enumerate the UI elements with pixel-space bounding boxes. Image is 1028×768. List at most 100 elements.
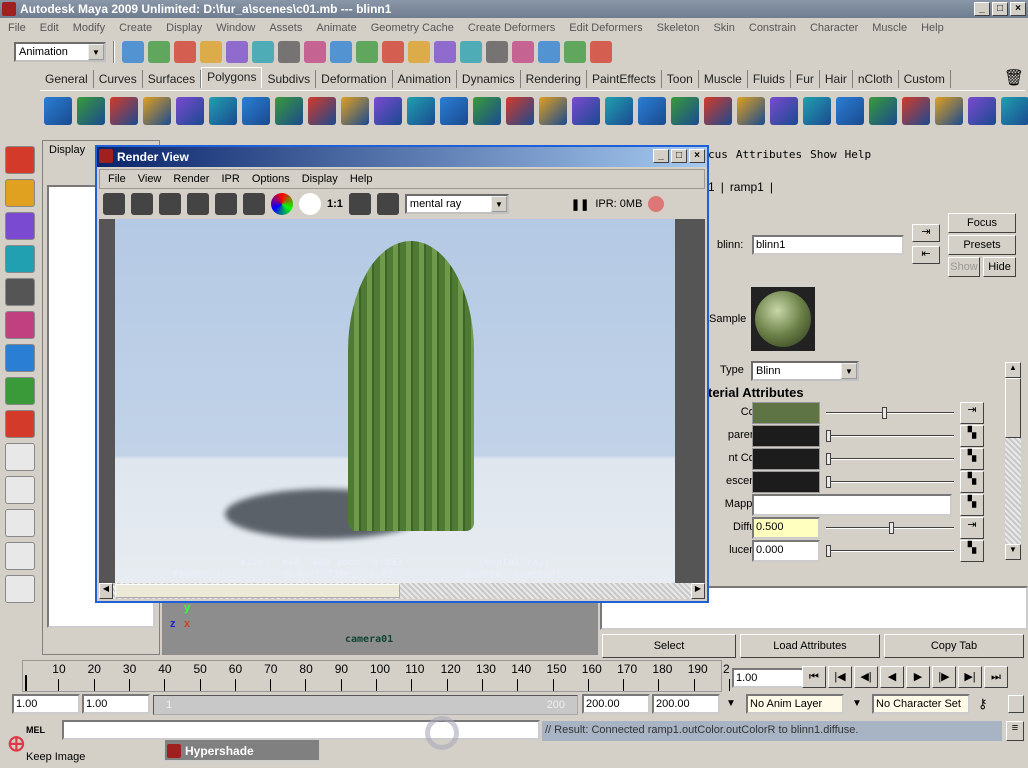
- slider-handle[interactable]: [826, 453, 831, 465]
- menu-character[interactable]: Character: [810, 22, 858, 34]
- mirror-icon[interactable]: [539, 96, 567, 125]
- refresh-ipr-icon[interactable]: [215, 193, 237, 215]
- step-back-key-button[interactable]: ◀|: [854, 666, 878, 688]
- render-sequence-icon[interactable]: [460, 41, 482, 63]
- scroll-down-icon[interactable]: ▼: [1005, 544, 1021, 560]
- paint-select-tool-icon[interactable]: [5, 212, 35, 240]
- rgb-channels-icon[interactable]: [271, 193, 293, 215]
- bevel-icon[interactable]: [836, 96, 864, 125]
- menu-edit[interactable]: Edit: [40, 22, 59, 34]
- bridge-icon[interactable]: [605, 96, 633, 125]
- render-view-menu-render[interactable]: Render: [173, 173, 209, 185]
- attribute-scrollbar[interactable]: ▲ ▼: [1005, 362, 1021, 560]
- focus-button[interactable]: Focus: [948, 213, 1016, 233]
- boolean-union-icon[interactable]: [440, 96, 468, 125]
- output-connections-icon[interactable]: ⇤: [912, 246, 940, 264]
- slider-handle[interactable]: [888, 522, 894, 534]
- checker-map-icon[interactable]: ▚: [960, 471, 984, 493]
- menu-modify[interactable]: Modify: [73, 22, 105, 34]
- close-button[interactable]: ×: [1010, 2, 1026, 16]
- extrude-icon[interactable]: [572, 96, 600, 125]
- start-time-field[interactable]: 1.00: [12, 694, 80, 714]
- viewport[interactable]: y z x camera01: [162, 600, 598, 655]
- redo-render-icon[interactable]: [103, 193, 125, 215]
- render-region-icon[interactable]: [131, 193, 153, 215]
- color-swatch[interactable]: [752, 448, 820, 470]
- shelf-tab-dynamics[interactable]: Dynamics: [457, 70, 521, 88]
- combine-icon[interactable]: [308, 96, 336, 125]
- attribute-slider[interactable]: [826, 476, 954, 488]
- shelf-tab-muscle[interactable]: Muscle: [699, 70, 748, 88]
- menu-set-dropdown[interactable]: Animation ▼: [14, 42, 106, 62]
- attribute-slider[interactable]: [826, 522, 954, 534]
- scroll-thumb[interactable]: [115, 584, 400, 598]
- attribute-slider[interactable]: [826, 453, 954, 465]
- anim-layer-field[interactable]: No Anim Layer: [746, 694, 844, 714]
- rotate-tool-icon[interactable]: [5, 278, 35, 306]
- playback-end-field[interactable]: 200.00: [582, 694, 650, 714]
- renderer-dropdown[interactable]: mental ray ▼: [404, 194, 509, 214]
- scroll-up-icon[interactable]: ▲: [1005, 362, 1021, 378]
- step-forward-key-button[interactable]: |▶: [932, 666, 956, 688]
- scroll-left-icon[interactable]: ◀: [99, 583, 113, 599]
- snap-plane-icon[interactable]: [356, 41, 378, 63]
- minimize-button[interactable]: _: [974, 2, 990, 16]
- copy-tab-button[interactable]: Copy Tab: [884, 634, 1024, 658]
- play-backwards-button[interactable]: ◀: [880, 666, 904, 688]
- show-manipulator-icon[interactable]: [5, 410, 35, 438]
- hypershade-icon[interactable]: [538, 41, 560, 63]
- menu-display[interactable]: Display: [166, 22, 202, 34]
- soft-mod-tool-icon[interactable]: [5, 377, 35, 405]
- shelf-tab-toon[interactable]: Toon: [662, 70, 699, 88]
- tab-ramp1[interactable]: ramp1: [730, 180, 764, 194]
- character-set-field[interactable]: No Character Set: [872, 694, 970, 714]
- render-view-menu-display[interactable]: Display: [302, 173, 338, 185]
- attribute-slider[interactable]: [826, 430, 954, 442]
- render-view-title-bar[interactable]: Render View _ □ ×: [97, 147, 707, 167]
- offset-edge-loop-icon[interactable]: [737, 96, 765, 125]
- mel-label[interactable]: MEL: [26, 725, 45, 735]
- ae-menu-help[interactable]: Help: [845, 148, 872, 161]
- step-back-frame-button[interactable]: |◀: [828, 666, 852, 688]
- uv-editor-icon[interactable]: [1001, 96, 1028, 125]
- command-input[interactable]: [62, 720, 540, 740]
- poly-pyramid-icon[interactable]: [242, 96, 270, 125]
- load-attributes-button[interactable]: Load Attributes: [740, 634, 880, 658]
- menu-file[interactable]: File: [8, 22, 26, 34]
- slider-handle[interactable]: [826, 476, 831, 488]
- attribute-slider[interactable]: [826, 545, 954, 557]
- select-hierarchy-icon[interactable]: [200, 41, 222, 63]
- poly-pipe-icon[interactable]: [275, 96, 303, 125]
- menu-animate[interactable]: Animate: [316, 22, 356, 34]
- poly-cube-icon[interactable]: [77, 96, 105, 125]
- menu-muscle[interactable]: Muscle: [872, 22, 907, 34]
- anim-layer-menu-icon[interactable]: ▼: [726, 698, 736, 709]
- auto-key-icon[interactable]: ⚷: [978, 696, 988, 712]
- render-globals-icon[interactable]: [590, 41, 612, 63]
- go-to-start-button[interactable]: ⏮: [802, 666, 826, 688]
- mapping-field[interactable]: [752, 494, 952, 516]
- menu-create[interactable]: Create: [119, 22, 152, 34]
- end-time-field[interactable]: 200.00: [652, 694, 720, 714]
- maximize-button[interactable]: □: [992, 2, 1008, 16]
- extract-icon[interactable]: [374, 96, 402, 125]
- keep-image-icon[interactable]: [348, 193, 371, 215]
- show-render-view-icon[interactable]: [564, 41, 586, 63]
- menu-edit-deformers[interactable]: Edit Deformers: [569, 22, 642, 34]
- select-component-icon[interactable]: [252, 41, 274, 63]
- persp-outliner-layout-icon[interactable]: [5, 542, 35, 570]
- pause-ipr-icon[interactable]: ❚❚: [571, 198, 589, 211]
- automatic-map-icon[interactable]: [968, 96, 996, 125]
- poly-cylinder-icon[interactable]: [110, 96, 138, 125]
- universal-manipulator-icon[interactable]: [5, 344, 35, 372]
- snap-view-icon[interactable]: [382, 41, 404, 63]
- shelf-tab-hair[interactable]: Hair: [820, 70, 853, 88]
- shelf-tab-curves[interactable]: Curves: [94, 70, 143, 88]
- snap-point-icon[interactable]: [330, 41, 352, 63]
- value-field[interactable]: 0.000: [752, 540, 820, 562]
- hypershade-minimized-window[interactable]: Hypershade: [164, 739, 320, 761]
- select-object-icon[interactable]: [226, 41, 248, 63]
- scale-tool-icon[interactable]: [5, 311, 35, 339]
- menu-constrain[interactable]: Constrain: [749, 22, 796, 34]
- wedge-icon[interactable]: [770, 96, 798, 125]
